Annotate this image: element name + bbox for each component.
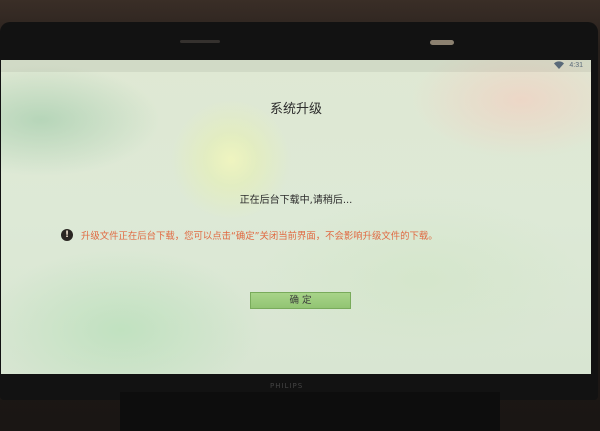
dialog-title: 系统升级 — [269, 102, 322, 117]
bezel-reflection — [180, 40, 220, 43]
monitor-base — [120, 392, 500, 431]
warning-icon: ! — [61, 229, 73, 241]
room-background: 4:31 系统升级 正在后台下载中,请稍后... ! 升级文件正在后台下载，您可… — [0, 0, 600, 431]
status-bar: 4:31 — [1, 60, 591, 72]
confirm-button[interactable]: 确 定 — [250, 292, 351, 309]
notice-text: 升级文件正在后台下载，您可以点击“确定”关闭当前界面，不会影响升级文件的下载。 — [81, 231, 438, 242]
bezel-glare — [430, 40, 454, 45]
tv-screen: 4:31 系统升级 正在后台下载中,请稍后... ! 升级文件正在后台下载，您可… — [1, 60, 591, 374]
wifi-icon — [554, 61, 565, 69]
status-icons: 4:31 — [554, 61, 583, 69]
monitor-brand-logo: PHILIPS — [270, 382, 304, 390]
status-time: 4:31 — [569, 61, 583, 69]
notice-row: ! 升级文件正在后台下载，您可以点击“确定”关闭当前界面，不会影响升级文件的下载… — [61, 228, 581, 242]
download-status-message: 正在后台下载中,请稍后... — [239, 195, 353, 206]
